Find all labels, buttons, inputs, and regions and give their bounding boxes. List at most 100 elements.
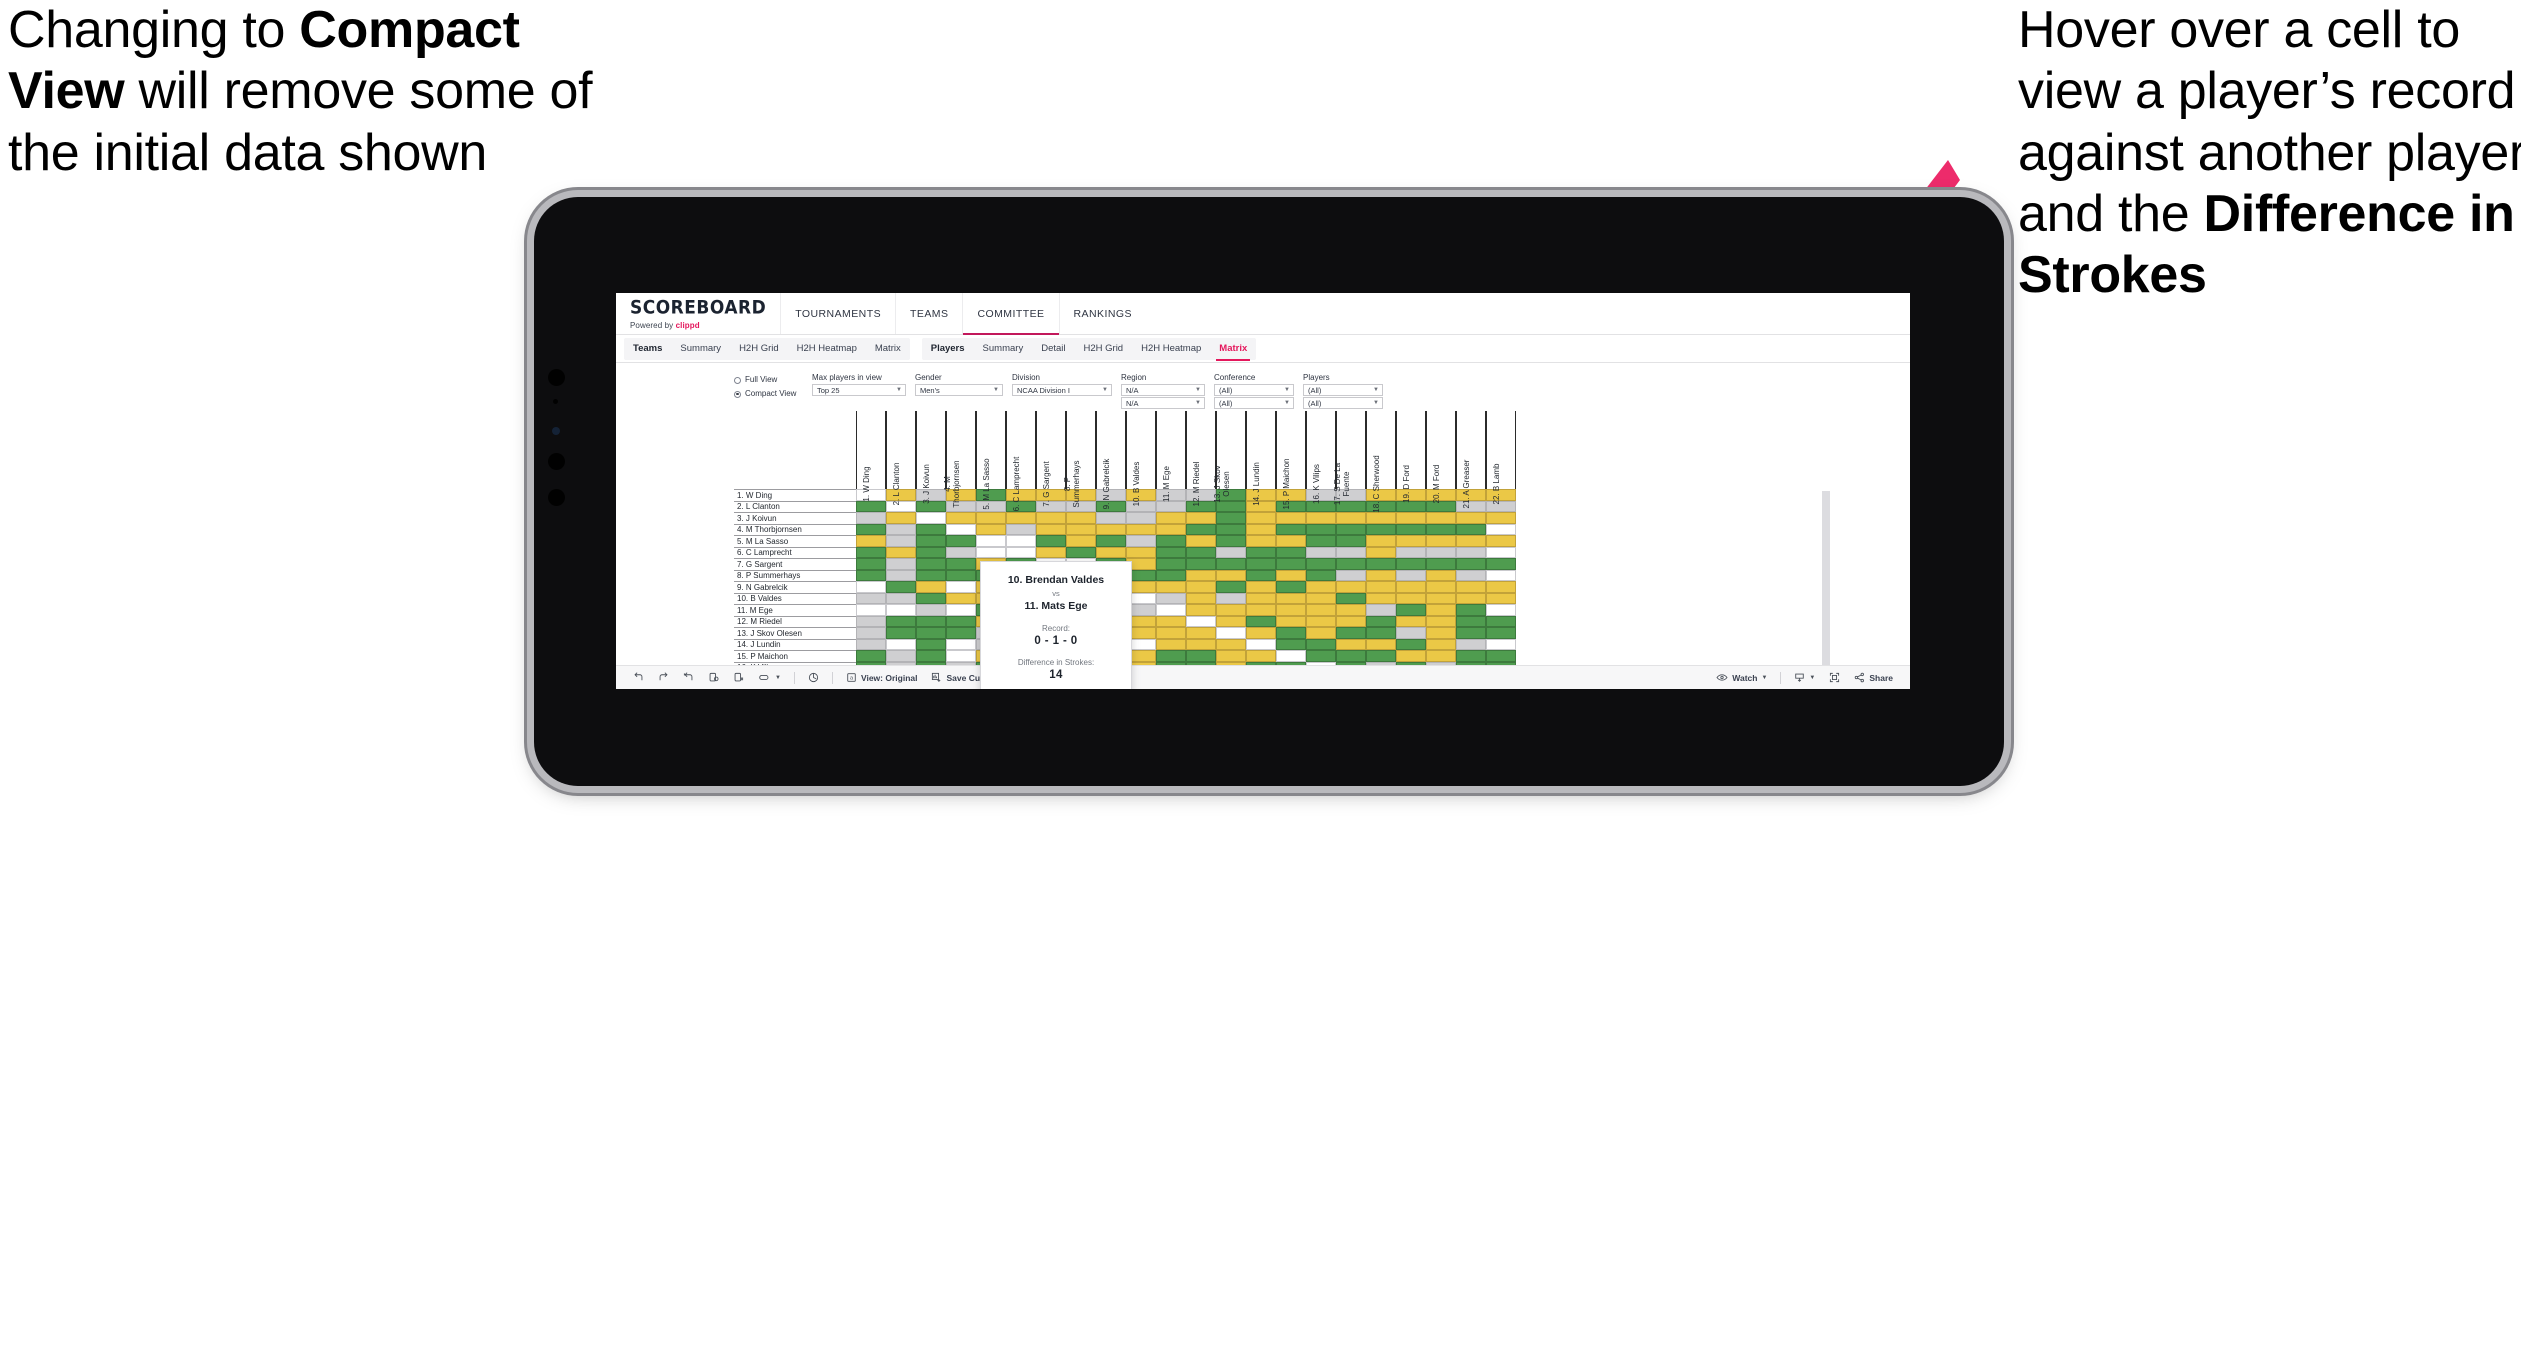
matrix-cell[interactable] <box>916 523 946 535</box>
matrix-cell[interactable] <box>1186 489 1216 501</box>
matrix-cell[interactable] <box>1306 512 1336 524</box>
matrix-cell[interactable] <box>1246 650 1276 662</box>
matrix-cell[interactable] <box>1486 523 1516 535</box>
matrix-cell[interactable] <box>1336 523 1366 535</box>
matrix-cell[interactable] <box>1396 558 1426 570</box>
matrix-cell[interactable] <box>916 500 946 512</box>
matrix-cell[interactable] <box>916 489 946 501</box>
matrix-cell[interactable] <box>1006 489 1036 501</box>
players-select-secondary[interactable]: (All) ▼ <box>1303 397 1383 409</box>
matrix-cell[interactable] <box>1306 592 1336 604</box>
matrix-cell[interactable] <box>946 627 976 639</box>
matrix-cell[interactable] <box>1156 489 1186 501</box>
matrix-cell[interactable] <box>1306 650 1336 662</box>
matrix-cell[interactable] <box>1336 546 1366 558</box>
matrix-cell[interactable] <box>1426 581 1456 593</box>
gender-select[interactable]: Men's ▼ <box>915 384 1003 396</box>
matrix-cell[interactable] <box>856 535 886 547</box>
matrix-cell[interactable] <box>886 500 916 512</box>
matrix-cell[interactable] <box>1216 592 1246 604</box>
matrix-cell[interactable] <box>1126 535 1156 547</box>
matrix-cell[interactable] <box>946 569 976 581</box>
matrix-cell[interactable] <box>1186 615 1216 627</box>
matrix-cell[interactable] <box>1366 627 1396 639</box>
matrix-cell[interactable] <box>1036 546 1066 558</box>
matrix-cell[interactable] <box>1456 489 1486 501</box>
subtab-players-h2h-grid[interactable]: H2H Grid <box>1075 338 1133 360</box>
matrix-cell[interactable] <box>1366 650 1396 662</box>
matrix-cell[interactable] <box>856 558 886 570</box>
matrix-cell[interactable] <box>886 581 916 593</box>
matrix-cell[interactable] <box>1156 558 1186 570</box>
matrix-cell[interactable] <box>1246 546 1276 558</box>
alerts-button[interactable] <box>801 672 826 683</box>
matrix-cell[interactable] <box>1456 523 1486 535</box>
matrix-cell[interactable] <box>916 650 946 662</box>
matrix-cell[interactable] <box>1006 500 1036 512</box>
matrix-cell[interactable] <box>1396 581 1426 593</box>
matrix-cell[interactable] <box>1396 569 1426 581</box>
matrix-cell[interactable] <box>1156 523 1186 535</box>
matrix-cell[interactable] <box>1156 638 1186 650</box>
matrix-cell[interactable] <box>1216 546 1246 558</box>
matrix-cell[interactable] <box>1336 569 1366 581</box>
matrix-cell[interactable] <box>1246 604 1276 616</box>
matrix-cell[interactable] <box>1276 546 1306 558</box>
matrix-cell[interactable] <box>1216 638 1246 650</box>
matrix-cell[interactable] <box>1366 489 1396 501</box>
matrix-cell[interactable] <box>1306 489 1336 501</box>
fullscreen-button[interactable] <box>1822 672 1847 683</box>
matrix-cell[interactable] <box>1186 604 1216 616</box>
matrix-cell[interactable] <box>1006 546 1036 558</box>
matrix-cell[interactable] <box>1186 650 1216 662</box>
matrix-cell[interactable] <box>1276 604 1306 616</box>
matrix-cell[interactable] <box>1156 500 1186 512</box>
matrix-cell[interactable] <box>1486 535 1516 547</box>
matrix-cell[interactable] <box>1306 523 1336 535</box>
brand-logo[interactable]: SCOREBOARD Powered by clippd <box>616 293 780 334</box>
matrix-cell[interactable] <box>1486 569 1516 581</box>
matrix-cell[interactable] <box>1276 592 1306 604</box>
matrix-cell[interactable] <box>1426 627 1456 639</box>
matrix-cell[interactable] <box>1486 592 1516 604</box>
matrix-cell[interactable] <box>1306 604 1336 616</box>
matrix-cell[interactable] <box>1216 627 1246 639</box>
matrix-cell[interactable] <box>1276 569 1306 581</box>
matrix-cell[interactable] <box>1426 489 1456 501</box>
vertical-scrollbar-thumb[interactable] <box>1822 491 1830 681</box>
matrix-cell[interactable] <box>1366 535 1396 547</box>
matrix-cell[interactable] <box>1426 558 1456 570</box>
matrix-cell[interactable] <box>1186 512 1216 524</box>
undo-button[interactable] <box>626 672 651 683</box>
matrix-cell[interactable] <box>1426 592 1456 604</box>
matrix-cell[interactable] <box>1246 569 1276 581</box>
matrix-cell[interactable] <box>1456 558 1486 570</box>
matrix-cell[interactable] <box>1156 512 1186 524</box>
matrix-cell[interactable] <box>1036 523 1066 535</box>
matrix-cell[interactable] <box>1186 558 1216 570</box>
matrix-cell[interactable] <box>1156 581 1186 593</box>
matrix-cell[interactable] <box>916 581 946 593</box>
matrix-cell[interactable] <box>1456 615 1486 627</box>
matrix-cell[interactable] <box>1456 500 1486 512</box>
matrix-cell[interactable] <box>1306 615 1336 627</box>
matrix-cell[interactable] <box>1096 500 1126 512</box>
matrix-cell[interactable] <box>1216 523 1246 535</box>
matrix-cell[interactable] <box>856 615 886 627</box>
matrix-cell[interactable] <box>1126 489 1156 501</box>
matrix-cell[interactable] <box>1006 535 1036 547</box>
matrix-cell[interactable] <box>1186 546 1216 558</box>
matrix-cell[interactable] <box>1186 500 1216 512</box>
matrix-cell[interactable] <box>1276 489 1306 501</box>
matrix-cell[interactable] <box>1486 638 1516 650</box>
matrix-cell[interactable] <box>1036 535 1066 547</box>
matrix-cell[interactable] <box>1126 500 1156 512</box>
matrix-cell[interactable] <box>1426 650 1456 662</box>
matrix-cell[interactable] <box>946 604 976 616</box>
matrix-cell[interactable] <box>1426 512 1456 524</box>
revert-button[interactable] <box>676 672 701 683</box>
matrix-cell[interactable] <box>1366 500 1396 512</box>
matrix-cell[interactable] <box>1186 581 1216 593</box>
matrix-cell[interactable] <box>1186 569 1216 581</box>
matrix-cell[interactable] <box>1366 512 1396 524</box>
